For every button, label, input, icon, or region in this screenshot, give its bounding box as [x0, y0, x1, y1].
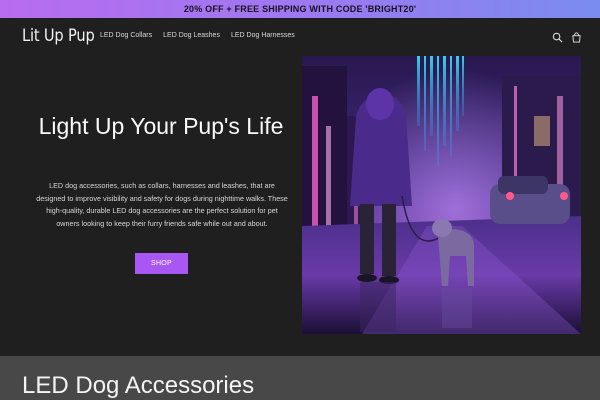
neon-street-dog-walk-illustration	[302, 56, 581, 334]
search-icon[interactable]	[552, 32, 563, 43]
nav-item-led-dog-leashes[interactable]: LED Dog Leashes	[163, 32, 220, 39]
site-logo[interactable]: Lit Up Pup	[22, 26, 95, 46]
site-header: Lit Up Pup LED Dog Collars LED Dog Leash…	[0, 18, 600, 56]
nav-item-led-dog-collars[interactable]: LED Dog Collars	[100, 32, 152, 39]
shop-button[interactable]: SHOP	[135, 253, 188, 274]
collection-title: LED Dog Accessories	[22, 372, 255, 399]
collection-section: LED Dog Accessories	[0, 356, 600, 400]
hero-image	[302, 56, 581, 334]
announcement-bar: 20% OFF + FREE SHIPPING WITH CODE 'BRIGH…	[0, 0, 600, 18]
hero-section: Light Up Your Pup's Life LED dog accesso…	[0, 56, 600, 356]
announcement-text: 20% OFF + FREE SHIPPING WITH CODE 'BRIGH…	[183, 4, 417, 14]
nav-item-led-dog-harnesses[interactable]: LED Dog Harnesses	[231, 32, 295, 39]
hero-description: LED dog accessories, such as collars, ha…	[36, 181, 288, 228]
cart-icon[interactable]	[571, 32, 582, 43]
main-nav: LED Dog Collars LED Dog Leashes LED Dog …	[100, 32, 295, 39]
hero-content: Light Up Your Pup's Life LED dog accesso…	[22, 56, 300, 356]
hero-title: Light Up Your Pup's Life	[38, 113, 284, 139]
